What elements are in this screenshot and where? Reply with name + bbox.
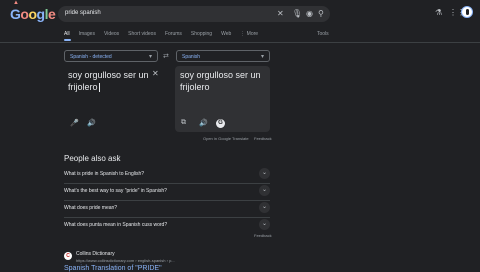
source-text-input[interactable]: soy orgulloso ser un frijolero (68, 69, 154, 93)
source-language-select[interactable]: Spanish - detected ▾ (64, 50, 158, 62)
google-lens-icon[interactable]: G (216, 119, 225, 128)
clear-icon[interactable]: ✕ (277, 9, 284, 18)
more-options-icon[interactable]: ⋮ (116, 155, 122, 162)
feedback-link[interactable]: Feedback (254, 136, 272, 141)
tab-videos[interactable]: Videos (104, 31, 119, 37)
clear-text-icon[interactable]: ✕ (152, 69, 159, 78)
tab-images[interactable]: Images (79, 31, 95, 37)
paa-question[interactable]: What's the best way to say "pride" in Sp… (64, 183, 270, 201)
target-language-label: Spanish (182, 54, 201, 60)
target-language-select[interactable]: Spanish ▾ (176, 50, 270, 62)
tools-button[interactable]: Tools (317, 31, 329, 37)
speaker-icon[interactable]: 🔊 (199, 119, 208, 127)
open-in-translate-link[interactable]: Open in Google Translate (203, 136, 249, 141)
copy-icon[interactable]: ⧉ (181, 119, 186, 127)
chevron-down-icon: ⌄ (259, 219, 270, 230)
tab-all[interactable]: All (64, 31, 70, 37)
paa-question[interactable]: What is pride in Spanish to English? ⌄ (64, 166, 270, 184)
search-input[interactable]: pride spanish (65, 10, 101, 16)
chevron-down-icon: ⌄ (259, 185, 270, 196)
search-icon[interactable]: ⚲ (318, 9, 324, 18)
mic-icon[interactable]: 🎙 (292, 9, 302, 18)
speaker-icon[interactable]: 🔊 (87, 119, 96, 127)
mic-icon[interactable]: 🎤 (70, 119, 79, 127)
chevron-down-icon: ▾ (260, 54, 264, 60)
result-site-name[interactable]: Collins Dictionary (76, 251, 115, 257)
tab-web[interactable]: Web (221, 31, 231, 37)
tab-forums[interactable]: Forums (165, 31, 182, 37)
chevron-down-icon: ⌄ (259, 202, 270, 213)
tab-shopping[interactable]: Shopping (191, 31, 212, 37)
google-logo[interactable]: Google (10, 6, 56, 22)
avatar[interactable] (461, 6, 473, 18)
translation-output-text: soy orgulloso ser un frijolero (180, 70, 261, 92)
paa-question[interactable]: What does punta mean in Spanish cuss wor… (64, 217, 270, 234)
search-bar[interactable]: pride spanish ✕ 🎙 ◉ ⚲ (58, 6, 330, 22)
chevron-down-icon: ▾ (148, 54, 152, 60)
search-tabs: All Images Videos Short videos Forums Sh… (64, 31, 267, 37)
swap-languages-icon[interactable]: ⇄ (163, 52, 169, 60)
chevron-down-icon: ⌄ (259, 168, 270, 179)
paa-question[interactable]: What does pride mean? ⌄ (64, 200, 270, 218)
source-language-label: Spanish - detected (70, 54, 112, 60)
text-cursor (98, 83, 100, 93)
paa-feedback-link[interactable]: Feedback (254, 233, 272, 238)
lens-icon[interactable]: ◉ (306, 9, 313, 18)
paa-title: People also ask (64, 154, 121, 163)
tab-short-videos[interactable]: Short videos (128, 31, 156, 37)
collins-favicon-icon: C (64, 252, 72, 260)
result-title-link[interactable]: Spanish Translation of "PRIDE" (64, 265, 162, 272)
header-divider (0, 42, 480, 43)
active-tab-indicator (64, 39, 71, 41)
result-url[interactable]: https://www.collinsdictionary.com › engl… (76, 258, 175, 263)
tab-more[interactable]: ⋮ More (240, 31, 258, 37)
labs-icon[interactable]: ⚗ (435, 8, 442, 17)
